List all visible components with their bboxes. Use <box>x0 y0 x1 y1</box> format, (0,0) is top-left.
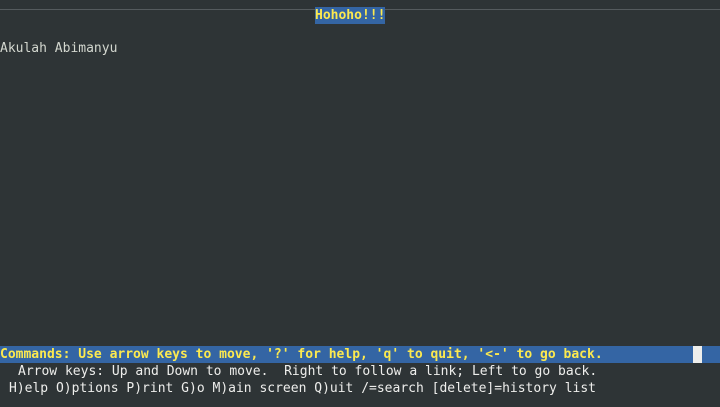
commands-status-text: Commands: Use arrow keys to move, '?' fo… <box>0 347 603 362</box>
text-cursor <box>693 346 702 363</box>
status-bar: Commands: Use arrow keys to move, '?' fo… <box>0 346 720 363</box>
help-commands-line: H)elp O)ptions P)rint G)o M)ain screen Q… <box>9 381 596 396</box>
lynx-terminal-window: Hohoho!!! Akulah Abimanyu Commands: Use … <box>0 0 720 407</box>
page-title: Hohoho!!! <box>315 7 386 24</box>
help-arrow-keys-line: Arrow keys: Up and Down to move. Right t… <box>18 364 598 379</box>
page-body-text: Akulah Abimanyu <box>0 41 118 56</box>
